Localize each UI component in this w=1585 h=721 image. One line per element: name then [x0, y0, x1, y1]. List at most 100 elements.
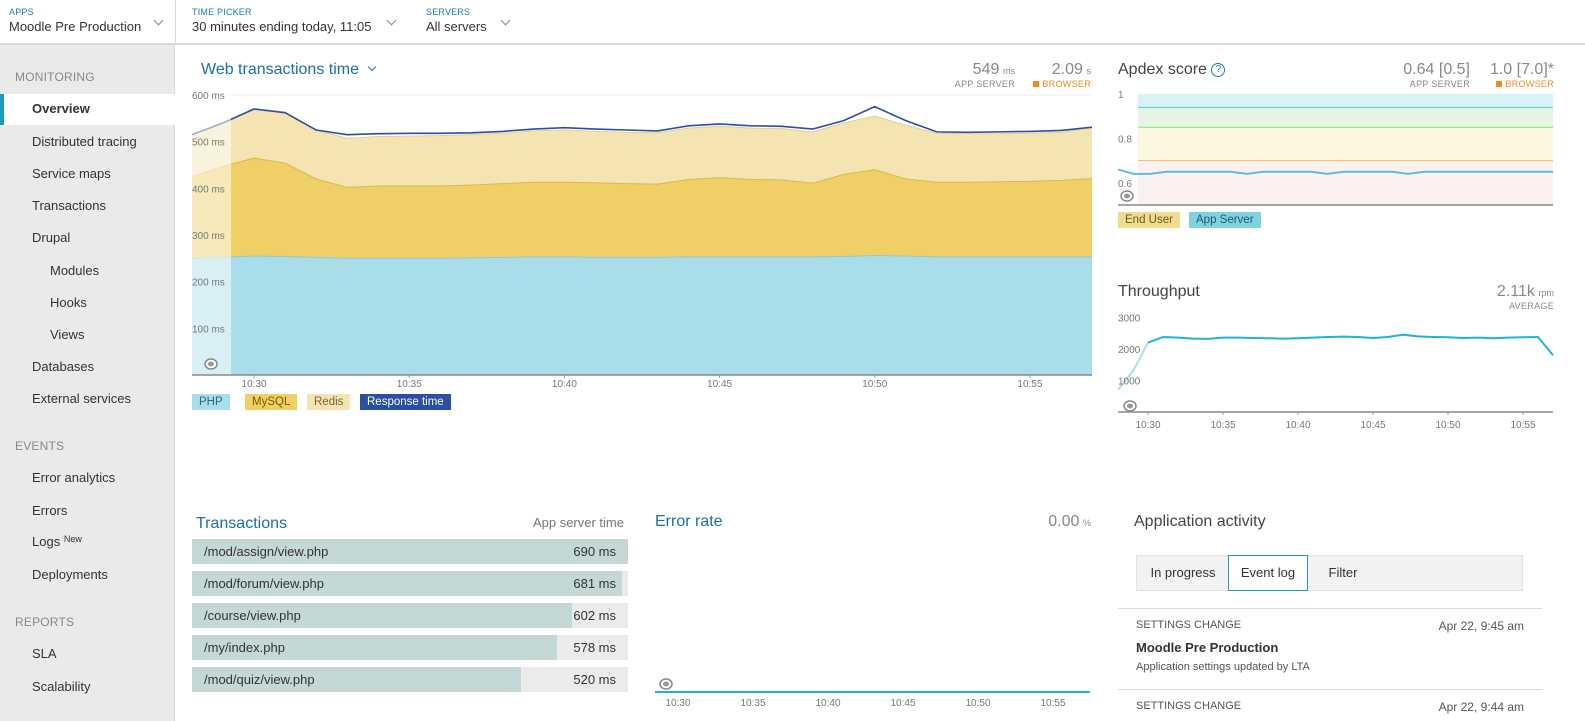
apdex-app-value: 0.64 [0.5] — [1403, 61, 1470, 78]
chevron-down-icon — [386, 15, 397, 26]
table-row[interactable]: /mod/quiz/view.php 520 ms — [192, 667, 628, 692]
error-rate-chart[interactable]: 10:30 10:35 10:40 10:45 10:50 10:55 — [655, 670, 1092, 720]
sidebar-item-external-services[interactable]: External services — [32, 391, 131, 406]
sidebar-item-service-maps[interactable]: Service maps — [32, 166, 111, 181]
y-tick-label: 600 ms — [192, 91, 225, 102]
event-item[interactable]: SETTINGS CHANGE Apr 22, 9:45 am Moodle P… — [1118, 608, 1542, 690]
monitoring-header: MONITORING — [15, 70, 95, 84]
y-tick-label: 2000 — [1118, 345, 1141, 356]
x-tick-label: 10:45 — [707, 379, 732, 390]
table-row[interactable]: /mod/forum/view.php 681 ms — [192, 571, 628, 596]
transaction-time: 602 ms — [573, 608, 616, 623]
y-tick-label: 500 ms — [192, 138, 225, 149]
apps-picker[interactable]: APPS Moodle Pre Production — [9, 7, 164, 34]
table-row[interactable]: /course/view.php 602 ms — [192, 603, 628, 628]
y-tick-label: 3000 — [1118, 313, 1141, 324]
series-redis-area — [192, 109, 1092, 188]
series-response-time-line — [192, 105, 1092, 136]
tab-filter[interactable]: Filter — [1313, 556, 1373, 590]
sidebar-item-databases[interactable]: Databases — [32, 359, 94, 374]
y-tick-label: 200 ms — [192, 278, 225, 289]
apps-label: APPS — [9, 7, 34, 17]
table-row[interactable]: /my/index.php 578 ms — [192, 635, 628, 660]
sidebar: MONITORING Overview Distributed tracing … — [0, 45, 175, 721]
sidebar-item-distributed-tracing[interactable]: Distributed tracing — [32, 134, 137, 149]
transactions-title[interactable]: Transactions — [196, 515, 287, 533]
event-desc: Application settings updated by LTA — [1136, 661, 1310, 673]
zone-poor — [1138, 160, 1553, 205]
web-transactions-title-text: Web transactions time — [201, 61, 359, 78]
help-icon[interactable]: ? — [1211, 63, 1226, 77]
x-tick-label: 10:50 — [965, 698, 990, 709]
legend-php[interactable]: PHP — [192, 394, 230, 410]
y-tick-label: 300 ms — [192, 231, 225, 242]
sidebar-item-deployments[interactable]: Deployments — [32, 567, 108, 582]
web-transactions-title[interactable]: Web transactions time — [201, 61, 377, 79]
x-tick-label: 10:55 — [1040, 698, 1065, 709]
sidebar-item-errors[interactable]: Errors — [32, 503, 67, 518]
sidebar-item-views[interactable]: Views — [50, 327, 84, 342]
sidebar-item-modules[interactable]: Modules — [50, 263, 99, 278]
x-tick-label: 10:30 — [242, 379, 267, 390]
y-tick-label: 1000 — [1118, 376, 1141, 387]
error-rate-metric: 0.00 % — [1000, 513, 1091, 531]
zone-excellent — [1138, 94, 1553, 108]
sidebar-item-error-analytics[interactable]: Error analytics — [32, 470, 115, 485]
sidebar-item-drupal[interactable]: Drupal — [32, 230, 70, 245]
sidebar-item-overview[interactable]: Overview — [0, 94, 175, 125]
servers-picker[interactable]: SERVERS All servers — [426, 7, 511, 34]
transaction-time: 578 ms — [573, 640, 616, 655]
x-tick-label: 10:45 — [890, 698, 915, 709]
browser-square-icon — [1496, 81, 1503, 87]
sidebar-item-transactions[interactable]: Transactions — [32, 198, 106, 213]
throughput-chart[interactable]: 3000 2000 1000 10:30 10:35 10:40 10:45 10:50 10:… — [1118, 308, 1555, 436]
x-tick-label: 10:50 — [1435, 420, 1460, 431]
apdex-chart[interactable]: 1 0.8 0.6 — [1118, 88, 1555, 208]
transaction-name: /mod/forum/view.php — [204, 576, 324, 591]
y-tick-label: 100 ms — [192, 324, 225, 335]
sidebar-item-label: Logs — [32, 534, 61, 549]
servers-value: All servers — [426, 19, 487, 34]
legend-mysql[interactable]: MySQL — [245, 394, 298, 410]
zone-fair — [1138, 127, 1553, 161]
zoom-reset-icon-dot — [208, 361, 214, 367]
error-rate-title[interactable]: Error rate — [655, 513, 723, 531]
app-server-value: 549 — [972, 61, 1000, 78]
sidebar-item-sla[interactable]: SLA — [32, 646, 57, 661]
event-date: Apr 22, 9:44 am — [1438, 700, 1524, 714]
transaction-time: 681 ms — [573, 576, 616, 591]
series-throughput-line — [1147, 333, 1554, 356]
apdex-title-text: Apdex score — [1118, 61, 1207, 78]
x-tick-label: 10:40 — [552, 379, 577, 390]
x-tick-label: 10:40 — [1285, 420, 1310, 431]
legend-app-server[interactable]: App Server — [1189, 212, 1261, 228]
sidebar-item-hooks[interactable]: Hooks — [50, 295, 87, 310]
x-tick-label: 10:45 — [1360, 420, 1385, 431]
event-item[interactable]: SETTINGS CHANGE Apr 22, 9:44 am — [1118, 689, 1542, 721]
legend-end-user[interactable]: End User — [1118, 212, 1180, 228]
web-transactions-chart[interactable]: 600 ms 500 ms 400 ms 300 ms 200 ms 100 ms 10:3… — [192, 85, 1092, 390]
series-php-area — [192, 255, 1092, 375]
transaction-name: /mod/assign/view.php — [204, 544, 329, 559]
time-picker[interactable]: TIME PICKER 30 minutes ending today, 11:… — [192, 7, 397, 34]
sidebar-item-scalability[interactable]: Scalability — [32, 679, 91, 694]
sidebar-item-logs[interactable]: Logs New — [32, 534, 82, 549]
zone-good — [1138, 107, 1553, 128]
transaction-time: 690 ms — [573, 544, 616, 559]
apdex-app-metric: 0.64 [0.5] APP SERVER — [1380, 61, 1470, 89]
event-title: Moodle Pre Production — [1136, 640, 1279, 655]
transaction-time: 520 ms — [573, 672, 616, 687]
tab-in-progress[interactable]: In progress — [1137, 556, 1229, 590]
legend-redis[interactable]: Redis — [307, 394, 351, 410]
legend-response-time[interactable]: Response time — [360, 394, 451, 410]
y-tick-label: 1 — [1118, 90, 1124, 101]
chevron-down-icon — [153, 15, 164, 26]
table-row[interactable]: /mod/assign/view.php 690 ms — [192, 539, 628, 564]
apdex-browser-value: 1.0 [7.0]* — [1489, 61, 1554, 78]
tab-event-log[interactable]: Event log — [1228, 555, 1308, 591]
zoom-reset-icon-dot — [1127, 403, 1133, 409]
x-tick-label: 10:35 — [397, 379, 422, 390]
error-rate-unit: % — [1082, 518, 1091, 528]
error-rate-value: 0.00 — [1048, 513, 1080, 530]
top-bar: APPS Moodle Pre Production TIME PICKER 3… — [0, 0, 1585, 45]
